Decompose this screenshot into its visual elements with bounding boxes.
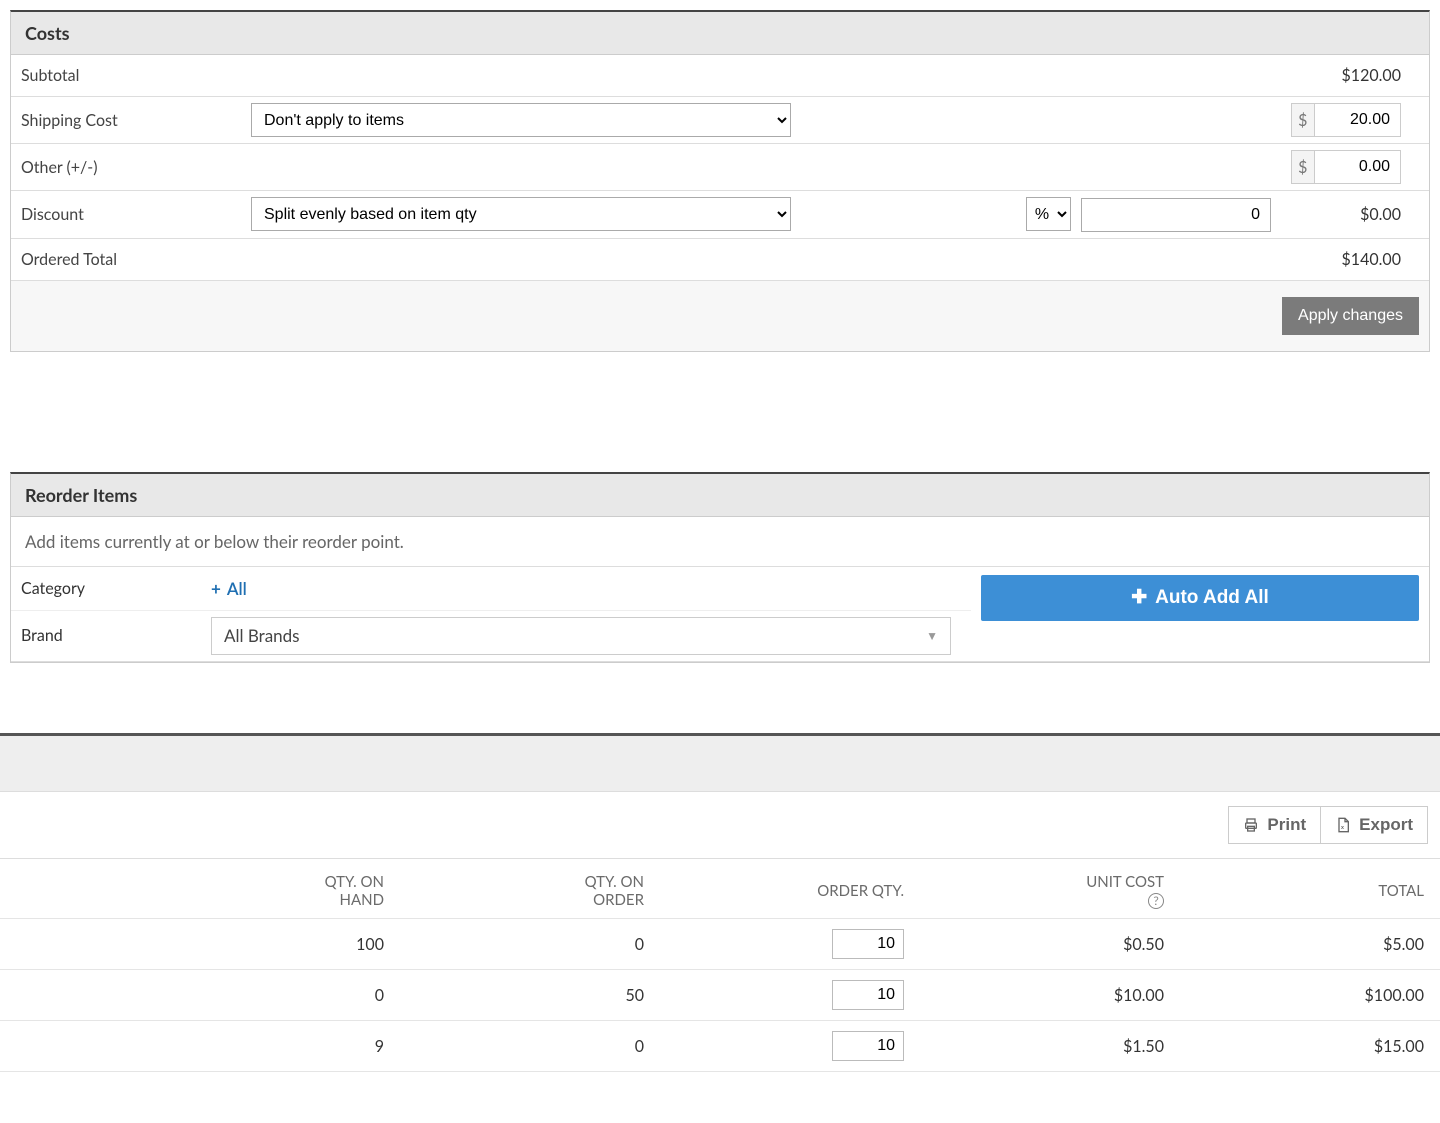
shipping-amount-input-group: $ [1291,103,1401,137]
col-order-qty: ORDER QTY. [660,868,920,908]
grid-body: 1000$0.50$5.00050$10.00$100.0090$1.50$15… [0,919,1440,1072]
cell-qty-on-order: 0 [400,925,660,964]
plus-icon: + [211,578,221,599]
costs-row-discount: Discount Split evenly based on item qty … [11,191,1429,239]
export-button[interactable]: x Export [1321,806,1428,844]
order-qty-input[interactable] [832,1031,904,1061]
costs-panel: Costs Subtotal $120.00 Shipping Cost Don… [10,10,1430,352]
table-row: 90 $1.50$15.00 [0,1021,1440,1072]
col-unit-cost: UNIT COST ? [920,859,1180,917]
apply-changes-button[interactable]: Apply changes [1282,297,1419,335]
category-all-button[interactable]: +All [211,578,247,599]
costs-row-ordered-total: Ordered Total $140.00 [11,239,1429,281]
cell-qty-on-hand: 100 [0,925,400,964]
reorder-title: Reorder Items [11,474,1429,517]
shipping-apply-select[interactable]: Don't apply to items [251,103,791,137]
auto-add-cell: ✚ Auto Add All [971,567,1429,661]
cell-order-qty [660,919,920,969]
cell-qty-on-order: 50 [400,976,660,1015]
cell-total: $5.00 [1180,925,1440,964]
other-label: Other (+/-) [11,152,241,183]
print-label: Print [1267,815,1306,835]
other-amount-input[interactable] [1315,151,1400,183]
grid-actions: Print x Export [0,792,1440,859]
order-qty-input[interactable] [832,929,904,959]
shipping-label: Shipping Cost [11,105,241,136]
costs-row-shipping: Shipping Cost Don't apply to items $ [11,97,1429,144]
cell-qty-on-order: 0 [400,1027,660,1066]
category-filter-row: Category +All [11,567,971,611]
costs-row-other: Other (+/-) $ [11,144,1429,191]
grid-header: QTY. ONHAND QTY. ONORDER ORDER QTY. UNIT… [0,859,1440,920]
discount-total: $0.00 [1281,199,1411,230]
auto-add-label: Auto Add All [1155,587,1269,609]
ordered-total-value: $140.00 [1281,244,1411,275]
cell-order-qty [660,970,920,1020]
filter-left: Category +All Brand All Brands ▼ [11,567,971,661]
table-row: 1000 $0.50$5.00 [0,919,1440,970]
cell-total: $100.00 [1180,976,1440,1015]
chevron-down-icon: ▼ [926,628,938,643]
grid-toolbar [0,736,1440,792]
discount-value-input[interactable] [1081,198,1271,232]
reorder-panel: Reorder Items Add items currently at or … [10,472,1430,663]
auto-add-all-button[interactable]: ✚ Auto Add All [981,575,1419,621]
cell-order-qty [660,1021,920,1071]
print-icon [1243,815,1259,835]
costs-row-subtotal: Subtotal $120.00 [11,55,1429,97]
cell-total: $15.00 [1180,1027,1440,1066]
shipping-amount-input[interactable] [1315,104,1400,136]
cell-unit-cost: $0.50 [920,925,1180,964]
ordered-total-label: Ordered Total [11,244,241,275]
brand-filter-row: Brand All Brands ▼ [11,611,971,661]
discount-apply-select[interactable]: Split evenly based on item qty [251,197,791,231]
col-total: TOTAL [1180,868,1440,908]
other-amount-input-group: $ [1291,150,1401,184]
dollar-icon: $ [1292,151,1315,183]
apply-row: Apply changes [11,281,1429,351]
items-grid-shell: Print x Export QTY. ONHAND QTY. ONORDER … [0,733,1440,1073]
col-qty-on-hand: QTY. ONHAND [0,859,400,919]
order-qty-input[interactable] [832,980,904,1010]
help-icon[interactable]: ? [1148,893,1164,909]
costs-title: Costs [11,12,1429,55]
discount-unit-select[interactable]: % [1026,197,1071,231]
subtotal-label: Subtotal [11,60,241,91]
export-label: Export [1359,815,1413,835]
svg-text:x: x [1341,825,1344,831]
subtotal-value: $120.00 [1281,60,1411,91]
cell-unit-cost: $1.50 [920,1027,1180,1066]
table-row: 050 $10.00$100.00 [0,970,1440,1021]
print-button[interactable]: Print [1228,806,1321,844]
dollar-icon: $ [1292,104,1315,136]
brand-select[interactable]: All Brands ▼ [211,617,951,655]
cell-unit-cost: $10.00 [920,976,1180,1015]
brand-select-value: All Brands [224,625,300,646]
reorder-description: Add items currently at or below their re… [11,517,1429,567]
col-qty-on-order: QTY. ONORDER [400,859,660,919]
category-label: Category [21,579,211,598]
brand-label: Brand [21,626,211,645]
cell-qty-on-hand: 0 [0,976,400,1015]
export-icon: x [1335,815,1351,835]
plus-icon: ✚ [1131,586,1147,609]
reorder-filters: Category +All Brand All Brands ▼ [11,567,1429,662]
cell-qty-on-hand: 9 [0,1027,400,1066]
discount-label: Discount [11,199,241,230]
